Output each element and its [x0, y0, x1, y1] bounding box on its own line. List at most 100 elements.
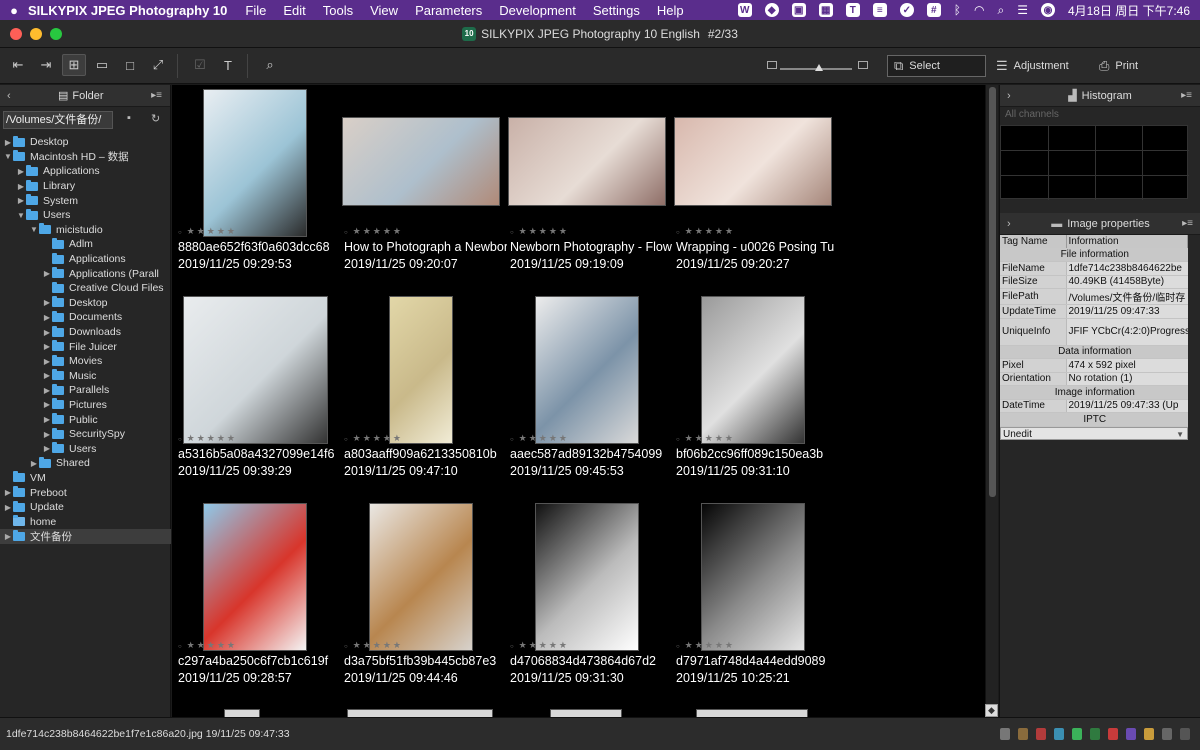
calendar-icon[interactable]: ▦ [818, 3, 833, 17]
properties-menu-icon[interactable]: ▸≡ [1182, 218, 1193, 229]
collapsed-arrow-icon[interactable]: ▶ [42, 444, 52, 453]
folder-tree-item[interactable]: ▶ Applications [0, 164, 171, 179]
thumbnail-image[interactable] [369, 503, 473, 651]
folder-tree-item[interactable]: ▶ System [0, 193, 171, 208]
siri-icon[interactable]: ◉ [1040, 3, 1055, 17]
rating-stars-icon[interactable]: ○ ★★★★★ [510, 640, 569, 651]
thumbnail-image[interactable] [182, 296, 328, 444]
tag-red-icon[interactable] [1108, 728, 1118, 740]
collapse-properties-icon[interactable]: › [1007, 218, 1011, 230]
menu-settings[interactable]: Settings [593, 3, 640, 18]
collapsed-arrow-icon[interactable]: ▶ [42, 328, 52, 337]
panel-menu-icon[interactable]: ▸≡ [151, 90, 162, 101]
rating-stars-icon[interactable]: ○ ★★★★★ [344, 433, 403, 444]
thumbnail-item[interactable]: ○ ★★★★★ c297a4ba250c6f7cb1c619f 2019/11/25 … [175, 499, 338, 704]
path-menu-icon[interactable]: ▪ [127, 112, 131, 124]
folder-tree-item[interactable]: Adlm [0, 237, 171, 252]
collapsed-arrow-icon[interactable]: ▶ [3, 532, 13, 541]
table-row[interactable]: UpdateTime 2019/11/25 09:47:33 [1000, 304, 1188, 319]
thumbnail-image[interactable] [508, 117, 666, 206]
folder-tree-item[interactable]: ▶ Users [0, 441, 171, 456]
menu-help[interactable]: Help [657, 3, 684, 18]
hammer-tool-icon[interactable]: T [216, 54, 240, 76]
thumbnail-item[interactable]: ○ ★★★★★ Newborn Photography - Flow 2019/11/… [507, 85, 672, 290]
single-view-icon[interactable]: □ [118, 54, 142, 76]
expanded-arrow-icon[interactable]: ▼ [29, 225, 39, 234]
menu-edit[interactable]: Edit [283, 3, 305, 18]
thumbnail-image[interactable] [347, 709, 493, 717]
folder-tree-item[interactable]: ▶ File Juicer [0, 339, 171, 354]
tag-darkgreen-icon[interactable] [1090, 728, 1100, 740]
table-row[interactable]: FileName 1dfe714c238b8464622be [1000, 261, 1188, 276]
histogram-menu-icon[interactable]: ▸≡ [1181, 90, 1192, 101]
thumbnail-item[interactable]: ○ ★★★★★ d47068834d473864d67d2 2019/11/25 09… [507, 499, 670, 704]
tag-green-icon[interactable] [1072, 728, 1082, 740]
folder-tree-item[interactable]: ▼ Macintosh HD – 数据 [0, 150, 171, 165]
collapsed-arrow-icon[interactable]: ▶ [42, 298, 52, 307]
thumbnail-image[interactable] [224, 709, 260, 717]
thumbnail-image[interactable] [535, 296, 639, 444]
collapsed-arrow-icon[interactable]: ▶ [3, 488, 13, 497]
app-menu[interactable]: SILKYPIX JPEG Photography 10 [28, 3, 227, 18]
collapsed-arrow-icon[interactable]: ▶ [16, 167, 26, 176]
folder-tree-item[interactable]: ▶ Applications (Parall [0, 266, 171, 281]
thumbnail-item[interactable]: ○ ★★★★★ a803aaff909a6213350810b 2019/11/25 … [341, 292, 504, 497]
control-center-icon[interactable]: ☰ [1017, 3, 1028, 17]
thumbnail-item[interactable]: ○ ★★★★★ d3a75bf51fb39b445cb87e3 2019/11/25 … [341, 499, 504, 704]
collapsed-arrow-icon[interactable]: ▶ [42, 386, 52, 395]
collapsed-arrow-icon[interactable]: ▶ [29, 459, 39, 468]
thumbnail-item[interactable]: ○ ★★★★★ 8880ae652f63f0a603dcc68 2019/11/25 … [175, 85, 338, 290]
zoom-search-icon[interactable]: ⌕ [258, 54, 282, 76]
rating-stars-icon[interactable]: ○ ★★★★★ [178, 226, 237, 237]
thumbnail-image[interactable] [701, 503, 805, 651]
folder-tree-item[interactable]: ▶ Movies [0, 354, 171, 369]
select-mode-button[interactable]: ⧉ Select [887, 55, 986, 77]
undo-icon[interactable] [1162, 728, 1172, 740]
rating-stars-icon[interactable]: ○ ★★★★★ [676, 640, 735, 651]
table-row[interactable]: DateTime 2019/11/25 09:47:33 (Up [1000, 399, 1188, 413]
text-tool-icon[interactable]: T [845, 3, 860, 17]
back-arrow-icon[interactable]: ⇤ [6, 54, 30, 76]
rating-stars-icon[interactable]: ○ ★★★★★ [178, 640, 237, 651]
collapsed-arrow-icon[interactable]: ▶ [42, 357, 52, 366]
collapse-histogram-icon[interactable]: › [1007, 90, 1011, 102]
thumbnail-image[interactable] [203, 89, 307, 237]
thumbnail-item[interactable]: ○ ★★★★★ Wrapping - u0026 Posing Tu 2019/11/… [673, 85, 836, 290]
folder-tree-item[interactable]: VM [0, 471, 171, 486]
collapsed-arrow-icon[interactable]: ▶ [42, 430, 52, 439]
thumbnail-item[interactable]: ○ ★★★★★ How to Photograph a Newbor 2019/11/… [341, 85, 507, 290]
folder-tree-item[interactable]: ▶ Downloads [0, 325, 171, 340]
rating-stars-icon[interactable]: ○ ★★★★★ [344, 226, 403, 237]
thumbnail-image[interactable] [203, 503, 307, 651]
print-mode-button[interactable]: ⎙ Print [1093, 55, 1144, 77]
collapse-left-icon[interactable]: ‹ [7, 90, 11, 102]
thumbnail-image[interactable] [550, 709, 622, 717]
thumbnail-item[interactable]: ○ ★★★★★ bf06b2cc96ff089c150ea3b 2019/11/25 … [673, 292, 836, 497]
rating-stars-icon[interactable]: ○ ★★★★★ [510, 226, 569, 237]
search-icon[interactable]: ⌕ [997, 3, 1004, 18]
thumbnail-item[interactable]: ○ ★★★★★ a5316b5a08a4327099e14f6 2019/11/25 … [175, 292, 338, 497]
folder-tree-item[interactable]: ▶ Desktop [0, 135, 171, 150]
rotate-icon[interactable] [1000, 728, 1010, 740]
scroll-corner-icon[interactable]: ◆ [985, 704, 998, 717]
folder-tree-item[interactable]: ▶ Preboot [0, 485, 171, 500]
minimize-window-button[interactable] [30, 28, 42, 40]
apple-menu-icon[interactable]: ● [0, 3, 28, 18]
close-window-button[interactable] [10, 28, 22, 40]
thumbnail-image[interactable] [389, 296, 453, 444]
thumbnail-size-slider-handle[interactable] [815, 64, 823, 71]
adjustment-mode-button[interactable]: ☰ Adjustment [990, 55, 1075, 77]
grid-scrollbar-thumb[interactable] [989, 87, 996, 497]
collapsed-arrow-icon[interactable]: ▶ [42, 269, 52, 278]
rating-stars-icon[interactable]: ○ ★★★★★ [676, 226, 735, 237]
rating-stars-icon[interactable]: ○ ★★★★★ [510, 433, 569, 444]
forward-arrow-icon[interactable]: ⇥ [34, 54, 58, 76]
table-row[interactable]: Orientation No rotation (1) [1000, 372, 1188, 386]
folder-tree-item[interactable]: ▶ Library [0, 179, 171, 194]
menubar-clock[interactable]: 4月18日 周日 下午7:46 [1068, 2, 1190, 19]
menu-development[interactable]: Development [499, 3, 576, 18]
table-row[interactable]: FilePath/Volumes/文件备份/临时存 [1000, 288, 1188, 305]
menu-parameters[interactable]: Parameters [415, 3, 482, 18]
folder-tree-item[interactable]: ▶ Update [0, 500, 171, 515]
folder-tree-item[interactable]: ▶ Public [0, 412, 171, 427]
